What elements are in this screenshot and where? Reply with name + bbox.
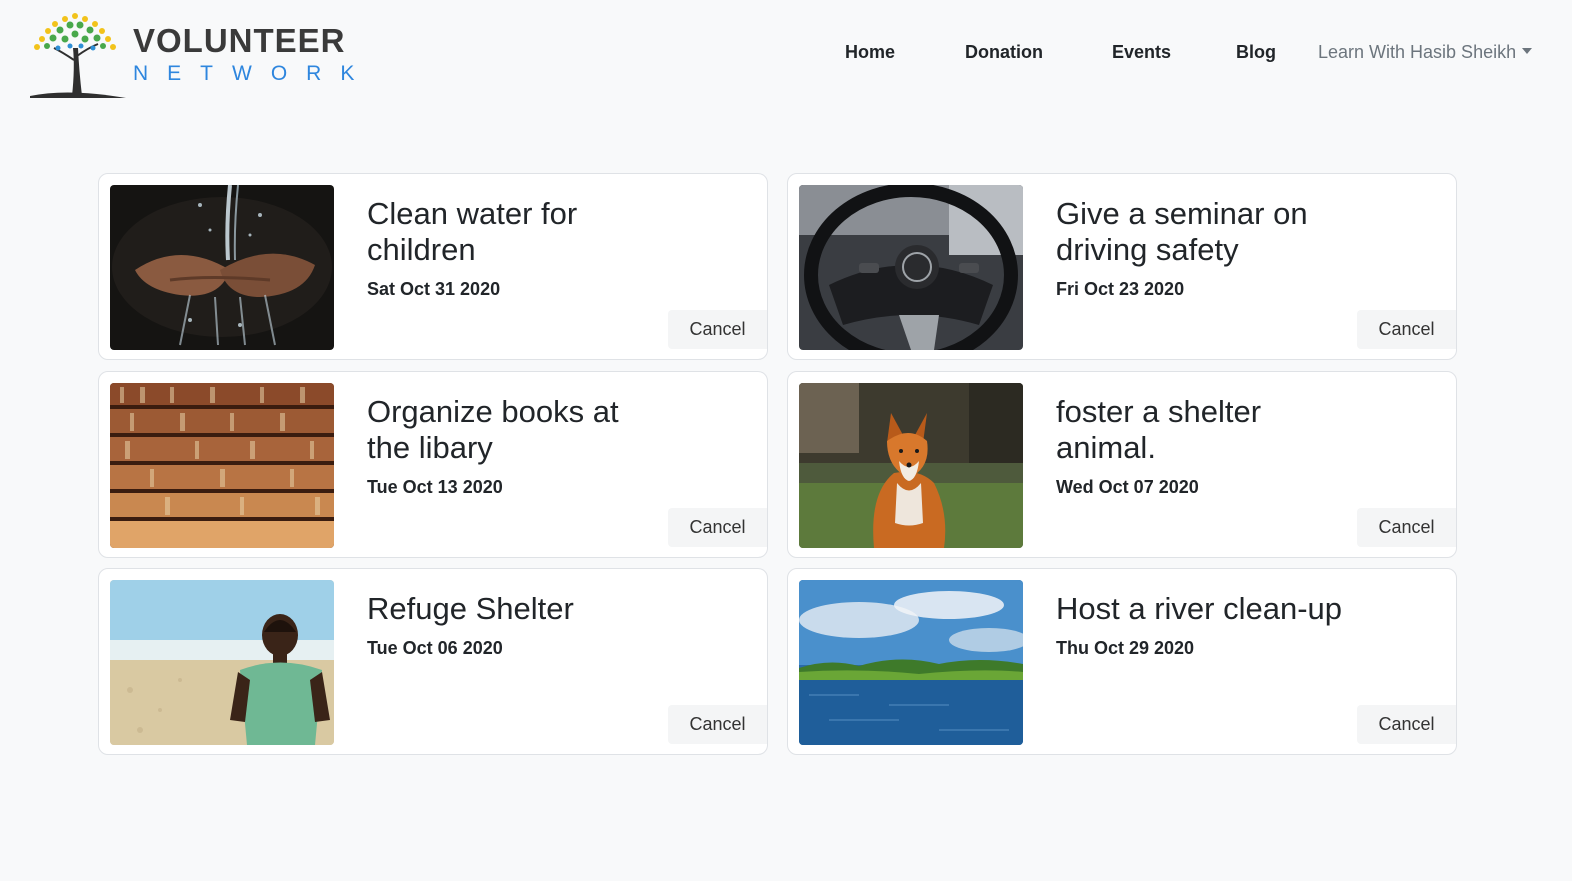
cancel-button[interactable]: Cancel [668, 310, 767, 349]
event-title-text: foster a shelter animal. [1056, 394, 1262, 465]
event-card: Give a seminar on driving safety Fri Oct… [787, 173, 1457, 360]
caret-down-icon [1522, 48, 1533, 55]
event-date: Thu Oct 29 2020 [1056, 638, 1195, 658]
event-title-text: Clean water for children [367, 196, 578, 267]
cancel-button[interactable]: Cancel [1357, 705, 1456, 744]
event-card: Host a river clean-up Thu Oct 29 2020 Ca… [787, 568, 1457, 755]
event-title: foster a shelter animal. Wed Oct 07 2020 [1056, 394, 1356, 498]
event-card: Refuge Shelter Tue Oct 06 2020 Cancel [98, 568, 768, 755]
event-date: Tue Oct 13 2020 [367, 477, 503, 497]
event-date: Fri Oct 23 2020 [1056, 279, 1185, 299]
event-title: Refuge Shelter Tue Oct 06 2020 [367, 591, 667, 659]
event-card: foster a shelter animal. Wed Oct 07 2020… [787, 371, 1457, 558]
nav-blog[interactable]: Blog [1236, 42, 1276, 63]
event-title: Host a river clean-up Thu Oct 29 2020 [1056, 591, 1356, 659]
hands-water-image [110, 185, 334, 350]
cancel-button[interactable]: Cancel [668, 705, 767, 744]
event-date: Sat Oct 31 2020 [367, 279, 501, 299]
header: VOLUNTEER NETWORK Home Donation Events B… [0, 0, 1572, 110]
user-dropdown[interactable]: Learn With Hasib Sheikh [1318, 42, 1533, 63]
event-title: Clean water for children Sat Oct 31 2020 [367, 196, 667, 300]
nav-donation[interactable]: Donation [965, 42, 1043, 63]
event-title-text: Organize books at the libary [367, 394, 619, 465]
event-card: Organize books at the libary Tue Oct 13 … [98, 371, 768, 558]
event-title-text: Host a river clean-up [1056, 591, 1343, 626]
fox-image [799, 383, 1023, 548]
event-title: Organize books at the libary Tue Oct 13 … [367, 394, 667, 498]
event-date: Wed Oct 07 2020 [1056, 477, 1199, 497]
nav-home[interactable]: Home [845, 42, 895, 63]
river-image [799, 580, 1023, 745]
event-title-text: Refuge Shelter [367, 591, 574, 626]
nav-events[interactable]: Events [1112, 42, 1171, 63]
child-image [110, 580, 334, 745]
event-title-text: Give a seminar on driving safety [1056, 196, 1308, 267]
cancel-button[interactable]: Cancel [1357, 508, 1456, 547]
event-date: Tue Oct 06 2020 [367, 638, 503, 658]
bookshelf-image [110, 383, 334, 548]
cancel-button[interactable]: Cancel [1357, 310, 1456, 349]
user-name: Learn With Hasib Sheikh [1318, 42, 1517, 62]
event-card: Clean water for children Sat Oct 31 2020… [98, 173, 768, 360]
steering-wheel-image [799, 185, 1023, 350]
cancel-button[interactable]: Cancel [668, 508, 767, 547]
event-title: Give a seminar on driving safety Fri Oct… [1056, 196, 1356, 300]
main-nav: Home Donation Events Blog Learn With Has… [0, 42, 1572, 68]
